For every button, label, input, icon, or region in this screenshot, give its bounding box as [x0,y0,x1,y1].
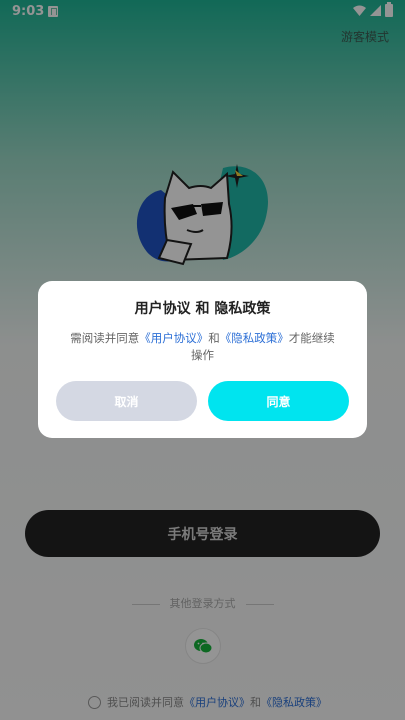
dialog-and: 和 [208,331,220,345]
agree-button[interactable]: 同意 [208,381,349,421]
dialog-user-agreement-link[interactable]: 《用户协议》 [139,331,208,345]
dialog-body-prefix: 需阅读并同意 [70,331,140,345]
agreement-dialog: 用户协议 和 隐私政策 需阅读并同意《用户协议》和《隐私政策》才能继续操作 取消… [38,281,367,438]
cancel-button[interactable]: 取消 [56,381,197,421]
dialog-title: 用户协议 和 隐私政策 [134,301,271,317]
dialog-body: 需阅读并同意《用户协议》和《隐私政策》才能继续操作 [68,330,337,364]
dialog-privacy-policy-link[interactable]: 《隐私政策》 [220,331,289,345]
